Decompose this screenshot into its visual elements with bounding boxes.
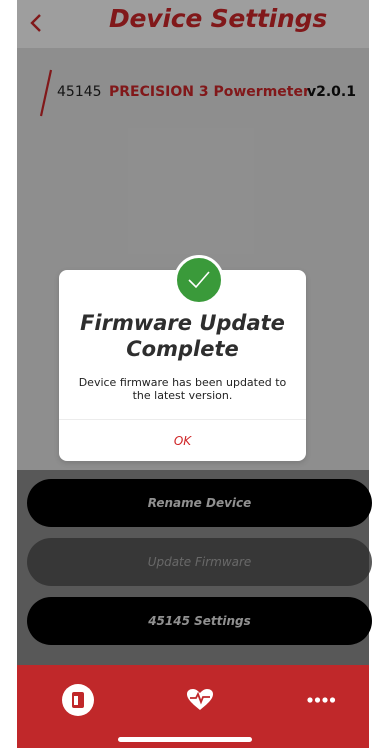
- dialog-message-line2: the latest version.: [132, 389, 233, 402]
- bottom-tab-bar: [17, 665, 369, 748]
- dialog-title-line1: Firmware Update: [80, 311, 285, 335]
- dialog-title-line2: Complete: [126, 337, 239, 361]
- more-icon: [307, 697, 336, 703]
- checkmark-icon: [188, 271, 210, 289]
- tab-device[interactable]: [58, 683, 98, 717]
- tab-heart-rate[interactable]: [180, 683, 220, 717]
- modal-backdrop-lower: [17, 470, 369, 665]
- home-indicator: [118, 737, 252, 742]
- dialog-title: Firmware Update Complete: [59, 310, 306, 362]
- ok-button[interactable]: OK: [59, 420, 306, 461]
- dialog-message: Device firmware has been updated to the …: [69, 376, 296, 402]
- heart-rate-icon: [187, 689, 213, 710]
- success-badge: [174, 255, 224, 305]
- tab-more[interactable]: [301, 683, 341, 717]
- device-icon: [62, 684, 94, 716]
- dialog-message-line1: Device firmware has been updated to: [78, 376, 287, 389]
